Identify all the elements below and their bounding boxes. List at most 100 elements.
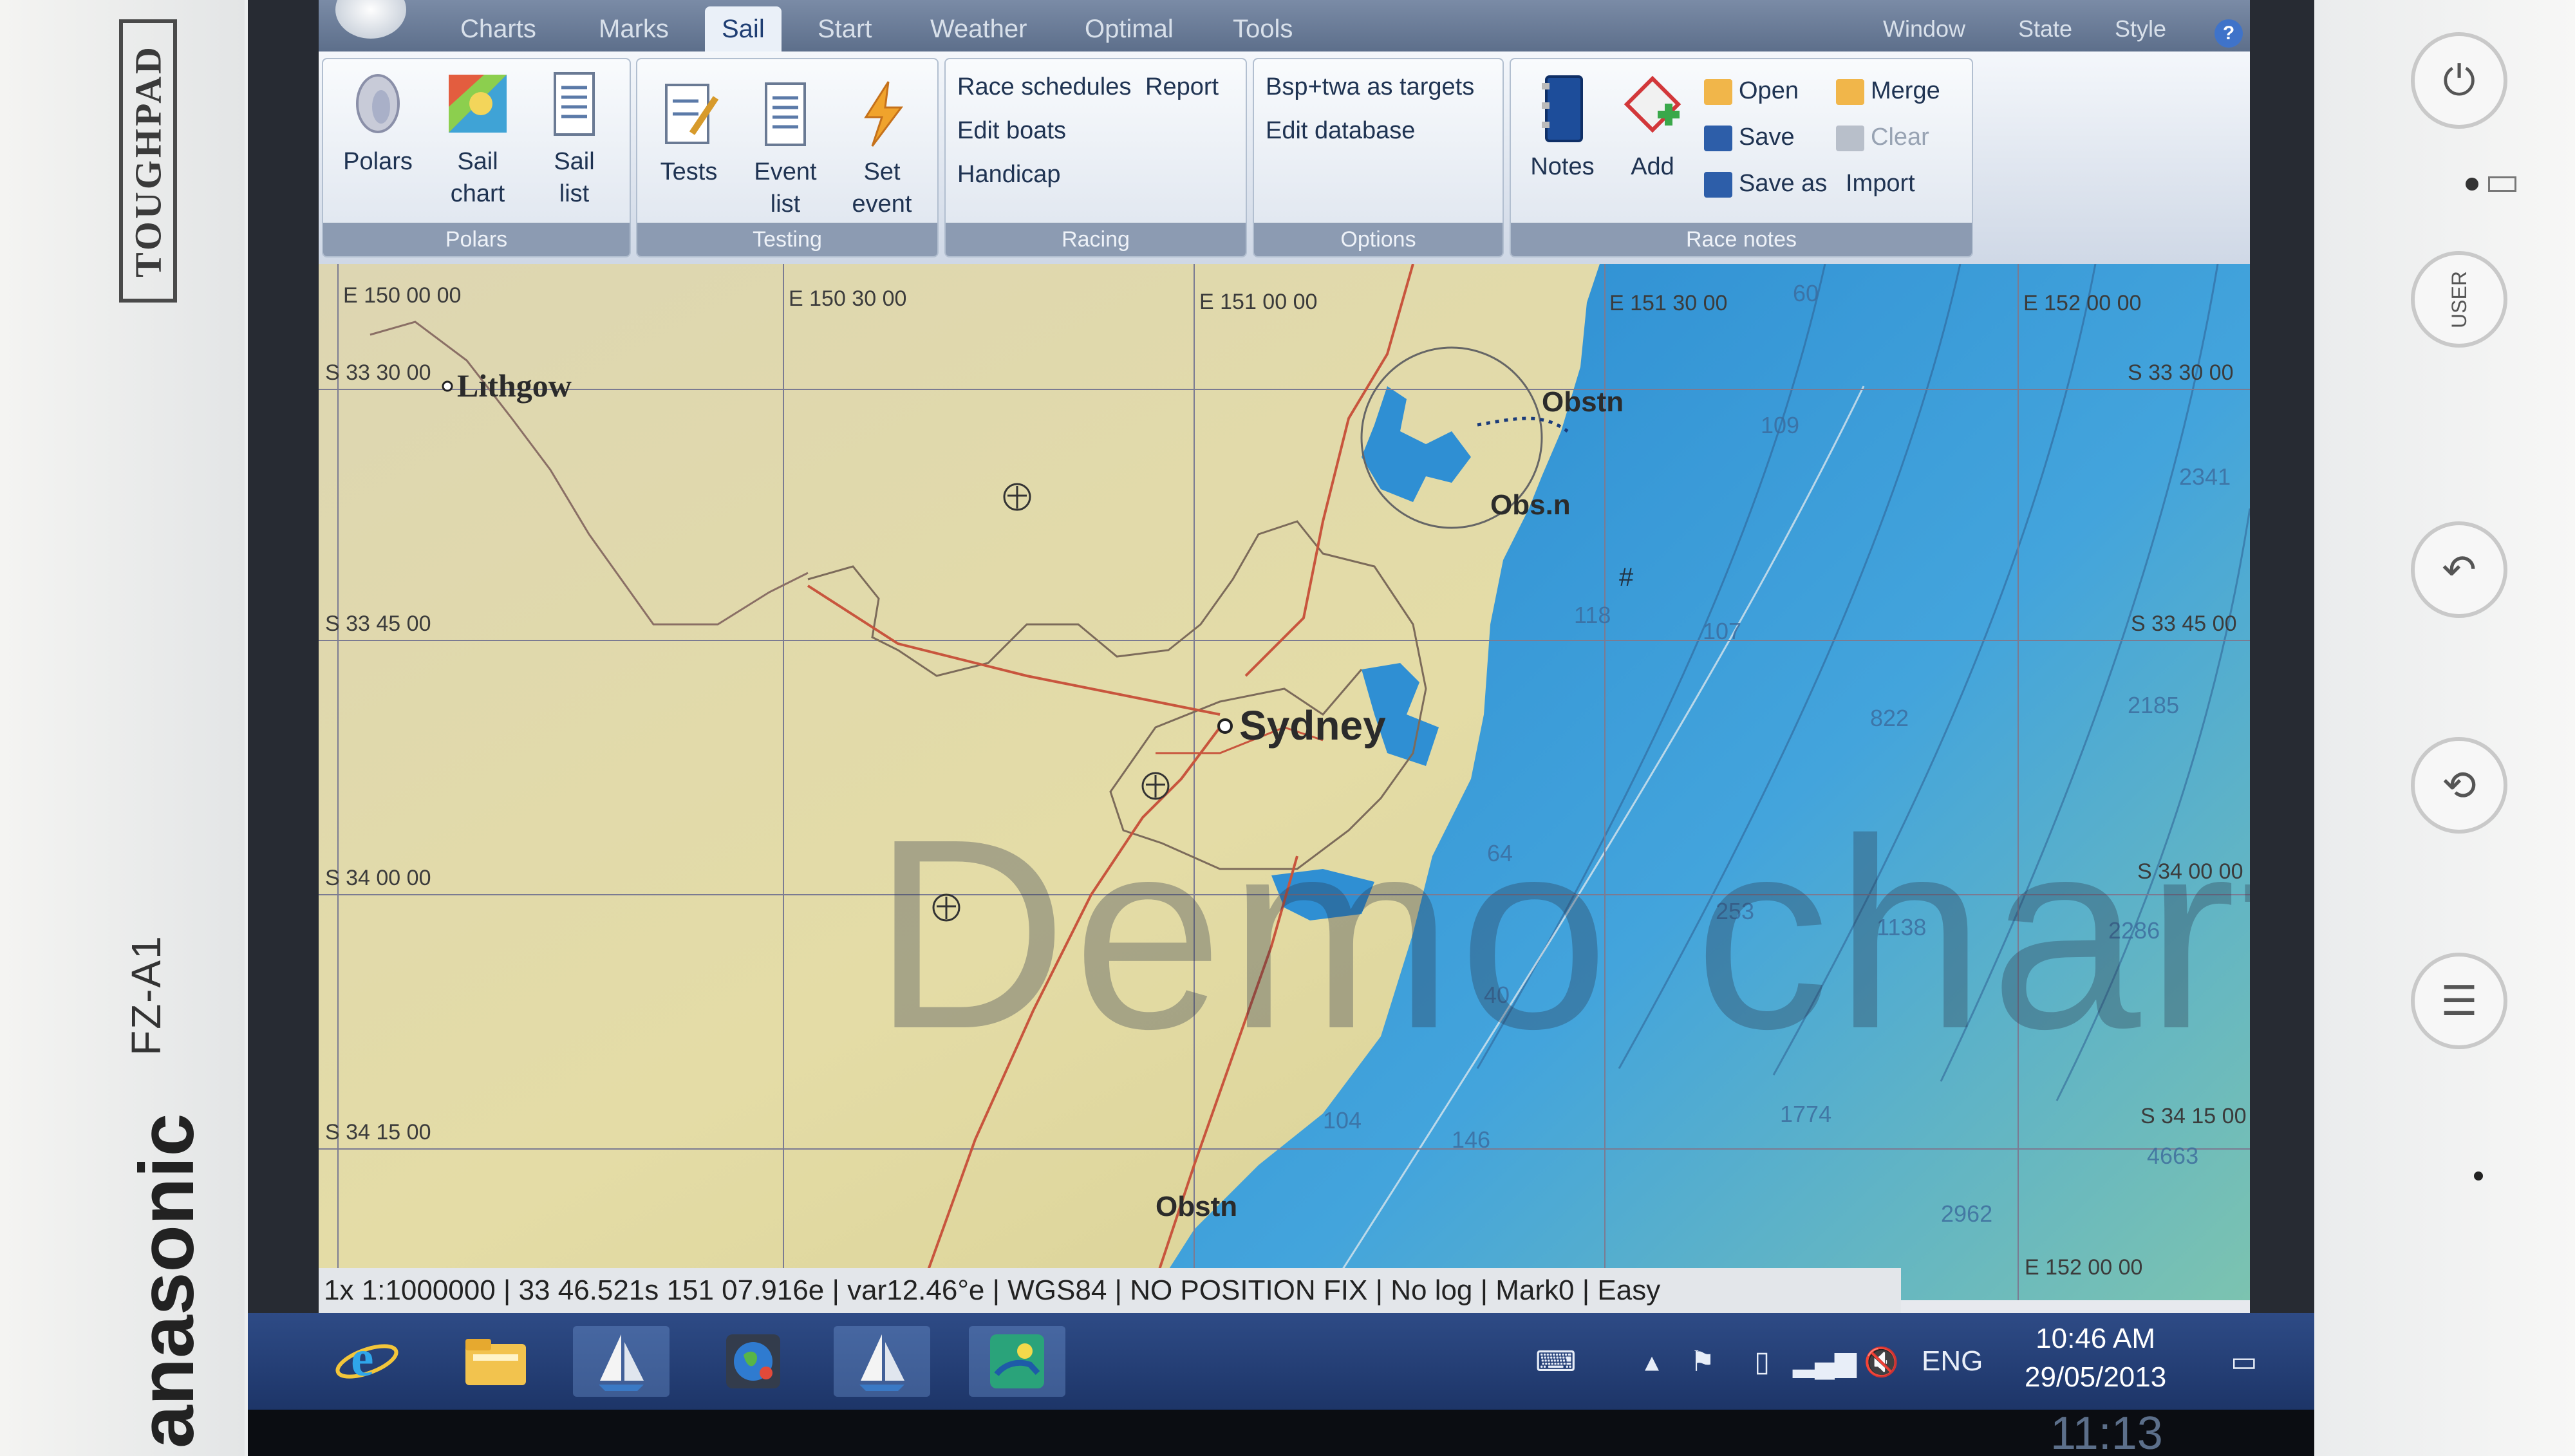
sydney-point: [1217, 718, 1233, 734]
taskbar-explorer-button[interactable]: [447, 1326, 544, 1397]
back-button[interactable]: ↶: [2411, 521, 2507, 618]
lat-label-34-15: S 34 15 00: [325, 1120, 431, 1144]
floppy-save-as-icon: [1704, 171, 1732, 198]
user-icon: USER: [2447, 270, 2471, 328]
menu-style[interactable]: Style: [2115, 6, 2166, 51]
android-status-bar: 11:13: [248, 1408, 2314, 1456]
tab-marks[interactable]: Marks: [599, 6, 669, 51]
depth-sounding: 2962: [1941, 1200, 1993, 1227]
rotate-button[interactable]: ⟲: [2411, 737, 2507, 834]
svg-text:e: e: [351, 1330, 374, 1387]
obstruction-label-1[interactable]: Obstn: [1542, 386, 1624, 418]
rotate-icon: ⟲: [2442, 761, 2477, 808]
sailboat-icon: [599, 1334, 644, 1391]
input-language-indicator[interactable]: ENG: [1922, 1345, 1983, 1377]
place-lithgow[interactable]: Lithgow: [457, 367, 572, 404]
floppy-save-icon: [1704, 125, 1732, 151]
taskbar-clock[interactable]: 10:46 AM 29/05/2013: [2025, 1320, 2166, 1397]
back-arrow-icon: ↶: [2442, 546, 2477, 593]
show-hidden-icons-chevron[interactable]: ▴: [1645, 1345, 1659, 1378]
save-as-button[interactable]: Save as: [1704, 170, 1827, 198]
internet-explorer-icon: e: [335, 1330, 398, 1387]
on-screen-keyboard-icon[interactable]: ⌨: [1535, 1345, 1577, 1378]
import-button[interactable]: Import: [1846, 170, 1915, 198]
lat-label-33-45: S 33 45 00: [325, 611, 431, 636]
taskbar-globe-app-button[interactable]: [705, 1326, 801, 1397]
action-center-flag-icon[interactable]: ⚑: [1690, 1345, 1715, 1378]
user-button[interactable]: USER: [2411, 251, 2507, 348]
sail-chart-icon: [449, 75, 507, 133]
folder-icon: [465, 1339, 526, 1385]
folder-open-icon: [1704, 79, 1732, 105]
battery-icon[interactable]: ▯: [1754, 1345, 1770, 1378]
sailboat-icon: [859, 1334, 904, 1391]
report-button[interactable]: Report: [1145, 73, 1219, 101]
race-schedules-button[interactable]: Race schedules: [957, 73, 1131, 101]
bsp-twa-targets-button[interactable]: Bsp+twa as targets: [1266, 73, 1474, 101]
event-list-icon: [765, 82, 806, 146]
lat-label-right-34-15: S 34 15 00: [2140, 1104, 2247, 1128]
notebook-icon: [1542, 75, 1583, 142]
obstruction-label-3[interactable]: Obstn: [1156, 1191, 1237, 1223]
menu-button[interactable]: ☰: [2411, 953, 2507, 1049]
menu-window[interactable]: Window: [1883, 6, 1965, 51]
windows-taskbar: e ⌨ ▴ ⚑ ▯ ▂▄▆ 🔇 ENG 10:46 AM 29/05/2013 …: [248, 1313, 2314, 1410]
ribbon-tab-strip: Charts Marks Sail Start Weather Optimal …: [319, 0, 2250, 51]
lithgow-point: [442, 380, 453, 392]
taskbar-sail-app-button[interactable]: [573, 1326, 670, 1397]
edit-database-button[interactable]: Edit database: [1266, 117, 1415, 145]
polars-button[interactable]: Polars: [330, 68, 426, 178]
tab-tools[interactable]: Tools: [1233, 6, 1293, 51]
clear-button[interactable]: Clear: [1836, 124, 1929, 151]
lat-label-33-30: S 33 30 00: [325, 360, 431, 385]
sail-list-icon: [554, 72, 595, 136]
merge-button[interactable]: Merge: [1836, 77, 1940, 105]
group-label-polars: Polars: [323, 223, 630, 256]
folder-merge-icon: [1836, 79, 1864, 105]
depth-sounding: 2185: [2128, 692, 2180, 718]
menu-state[interactable]: State: [2018, 6, 2072, 51]
save-button[interactable]: Save: [1704, 124, 1795, 151]
sail-chart-button[interactable]: Sail chart: [429, 68, 526, 210]
taskbar-sail-app-active-button[interactable]: [834, 1326, 930, 1397]
clock-time: 10:46 AM: [2036, 1323, 2156, 1354]
battery-indicator: [2466, 174, 2543, 193]
depth-sounding: 2341: [2179, 463, 2231, 490]
handicap-button[interactable]: Handicap: [957, 161, 1061, 189]
app-orb-button[interactable]: [335, 0, 406, 39]
set-event-button[interactable]: Set event: [834, 79, 930, 220]
menu-icon: ☰: [2440, 977, 2478, 1024]
edit-boats-button[interactable]: Edit boats: [957, 117, 1066, 145]
show-desktop-button[interactable]: ▭: [2231, 1345, 2258, 1378]
add-note-button[interactable]: Add: [1604, 73, 1701, 183]
clear-icon: [1836, 125, 1864, 151]
event-list-button[interactable]: Event list: [737, 79, 834, 220]
obstruction-label-2[interactable]: Obs.n: [1490, 489, 1571, 521]
tab-weather[interactable]: Weather: [930, 6, 1027, 51]
lon-label-151-00: E 151 00 00: [1199, 290, 1318, 314]
tab-sail[interactable]: Sail: [705, 6, 782, 51]
lightning-icon: [864, 81, 903, 147]
group-racing: Race schedules Report Edit boats Handica…: [944, 58, 1247, 257]
place-sydney[interactable]: Sydney: [1239, 702, 1386, 749]
depth-sounding: 109: [1761, 412, 1800, 438]
signal-bars-icon[interactable]: ▂▄▆: [1793, 1345, 1857, 1378]
nautical-chart[interactable]: # E 150 00 00 E 150 30 00 E 151 00 00 E …: [319, 264, 2250, 1300]
tab-optimal[interactable]: Optimal: [1085, 6, 1174, 51]
lon-label-150-00: E 150 00 00: [343, 283, 462, 308]
tab-charts[interactable]: Charts: [460, 6, 536, 51]
nav-app-window: Charts Marks Sail Start Weather Optimal …: [319, 0, 2250, 1313]
taskbar-ie-button[interactable]: e: [319, 1326, 415, 1397]
taskbar-swim-app-button[interactable]: [969, 1326, 1065, 1397]
depth-sounding: 107: [1703, 618, 1742, 644]
sail-list-button[interactable]: Sail list: [526, 68, 623, 210]
help-icon[interactable]: ?: [2214, 19, 2243, 48]
power-button[interactable]: ⏻: [2411, 32, 2507, 129]
lon-label-150-30: E 150 30 00: [789, 286, 907, 311]
tests-button[interactable]: Tests: [641, 79, 737, 188]
ribbon-panel: Polars Sailchart Saillist Polars Tests: [319, 51, 2250, 266]
open-button[interactable]: Open: [1704, 77, 1799, 105]
notes-button[interactable]: Notes: [1514, 73, 1611, 183]
speaker-muted-icon[interactable]: 🔇: [1864, 1345, 1899, 1379]
tab-start[interactable]: Start: [818, 6, 872, 51]
